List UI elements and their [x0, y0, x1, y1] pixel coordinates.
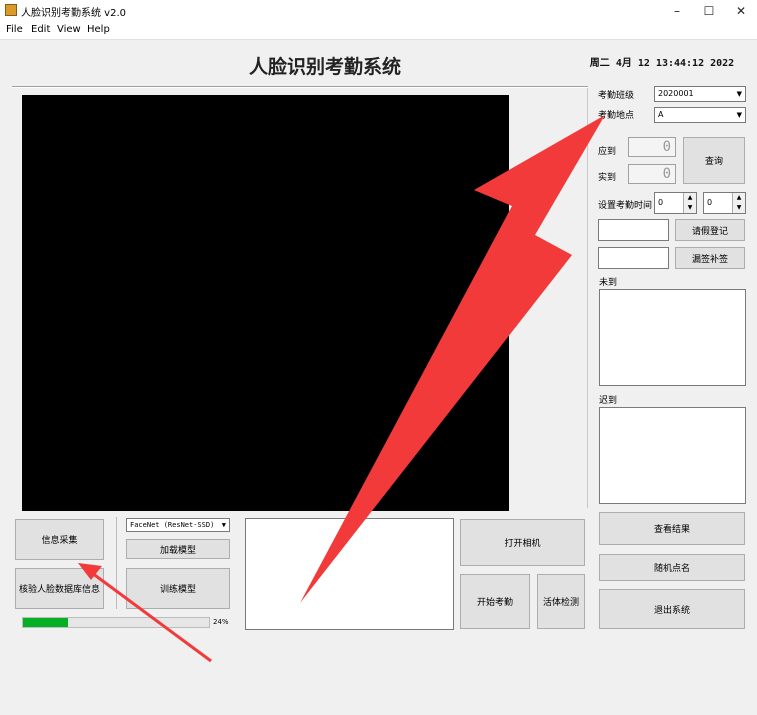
view-results-button[interactable]: 查看结果 [599, 512, 745, 545]
hour-value: 0 [658, 198, 664, 207]
absent-list[interactable] [599, 289, 746, 386]
start-attendance-button[interactable]: 开始考勤 [460, 574, 530, 629]
load-model-button[interactable]: 加载模型 [126, 539, 230, 559]
menu-file[interactable]: File [6, 24, 23, 35]
close-button[interactable]: ✕ [725, 0, 757, 22]
location-select[interactable]: A ▼ [654, 107, 746, 123]
app-title: 人脸识别考勤系统 [248, 56, 401, 78]
maximize-button[interactable]: ☐ [693, 0, 725, 22]
app-icon [5, 4, 17, 16]
verify-database-button[interactable]: 核验人脸数据库信息 [15, 568, 104, 609]
window-title: 人脸识别考勤系统 v2.0 [21, 8, 126, 19]
model-select-value: FaceNet (ResNet-SSD) [130, 521, 215, 529]
menu-edit[interactable]: Edit [31, 24, 50, 35]
query-button[interactable]: 查询 [683, 137, 745, 184]
title-bar: 人脸识别考勤系统 v2.0 – ☐ ✕ [0, 0, 757, 22]
spin-down-icon[interactable]: ▼ [732, 203, 745, 213]
vertical-separator [116, 517, 117, 609]
progress-percent: 24% [213, 618, 229, 626]
training-progress-bar [22, 617, 210, 628]
location-label: 考勤地点 [598, 111, 635, 121]
actual-attend-label: 实到 [598, 173, 617, 183]
leave-name-input[interactable] [598, 219, 669, 241]
actual-attend-count: 0 [628, 164, 676, 184]
set-time-label: 设置考勤时间 [598, 201, 653, 211]
late-list[interactable] [599, 407, 746, 504]
liveness-detect-button[interactable]: 活体检测 [537, 574, 585, 629]
exit-system-button[interactable]: 退出系统 [599, 589, 745, 629]
minute-value: 0 [707, 198, 713, 207]
class-select[interactable]: 2020001 ▼ [654, 86, 746, 102]
chevron-down-icon: ▼ [736, 111, 742, 119]
menu-help[interactable]: Help [87, 24, 110, 35]
open-camera-button[interactable]: 打开相机 [460, 519, 585, 566]
absent-label: 未到 [599, 278, 618, 288]
random-call-button[interactable]: 随机点名 [599, 554, 745, 581]
spin-up-icon[interactable]: ▲ [732, 193, 745, 203]
chevron-down-icon: ▼ [736, 90, 742, 98]
makeup-sign-button[interactable]: 漏签补签 [675, 247, 745, 269]
class-label: 考勤班级 [598, 91, 635, 101]
datetime-display: 周二 4月 12 13:44:12 2022 [589, 58, 735, 69]
spin-up-icon[interactable]: ▲ [683, 193, 696, 203]
menu-view[interactable]: View [57, 24, 81, 35]
spin-down-icon[interactable]: ▼ [683, 203, 696, 213]
should-attend-label: 应到 [598, 147, 617, 157]
captured-face-preview [245, 518, 454, 630]
class-select-value: 2020001 [658, 89, 694, 98]
chevron-down-icon: ▼ [221, 521, 226, 529]
should-attend-count: 0 [628, 137, 676, 157]
progress-fill [23, 618, 68, 627]
info-collect-button[interactable]: 信息采集 [15, 519, 104, 560]
hour-spinner[interactable]: 0 ▲ ▼ [654, 192, 697, 214]
menu-bar: File Edit View Help [0, 22, 757, 40]
leave-register-button[interactable]: 请假登记 [675, 219, 745, 241]
camera-video-view [22, 95, 509, 511]
minimize-button[interactable]: – [661, 0, 693, 22]
location-select-value: A [658, 110, 664, 119]
minute-spinner[interactable]: 0 ▲ ▼ [703, 192, 746, 214]
late-label: 迟到 [599, 396, 618, 406]
makeup-name-input[interactable] [598, 247, 669, 269]
train-model-button[interactable]: 训练模型 [126, 568, 230, 609]
model-select[interactable]: FaceNet (ResNet-SSD) ▼ [126, 518, 230, 532]
